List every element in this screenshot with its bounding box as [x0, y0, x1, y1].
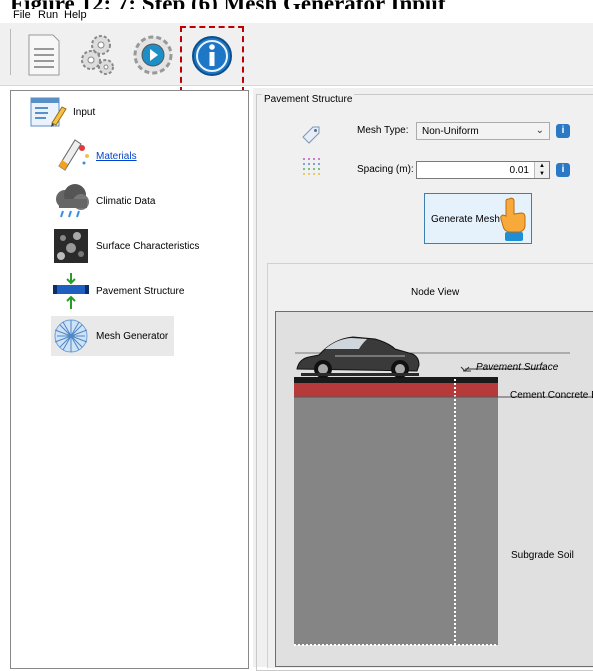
tree-item-label: Surface Characteristics: [96, 240, 200, 252]
spinner-buttons[interactable]: ▲ ▼: [534, 162, 549, 178]
surface-icon: [54, 229, 88, 263]
mesh-type-value: Non-Uniform: [422, 126, 479, 137]
generate-mesh-button[interactable]: Generate Mesh: [424, 193, 532, 244]
menu-run[interactable]: Run: [38, 9, 58, 21]
spin-down-icon[interactable]: ▼: [535, 170, 549, 178]
group-title: Pavement Structure: [262, 94, 355, 105]
mesh-type-info-icon[interactable]: i: [556, 124, 570, 138]
pavement-surface-label: Pavement Surface: [476, 362, 559, 373]
run-icon: [133, 35, 173, 75]
subgrade-layer: [294, 397, 498, 645]
toolbar-separator: [10, 29, 11, 75]
spacing-info-icon[interactable]: i: [556, 163, 570, 177]
tree-item-mesh-generator[interactable]: Mesh Generator: [51, 316, 175, 356]
tree-item-pavement-structure[interactable]: Pavement Structure: [51, 271, 184, 311]
tree-item-surface-characteristics[interactable]: Surface Characteristics: [51, 226, 199, 266]
info-button[interactable]: [180, 26, 244, 93]
pointing-hand-icon: [500, 197, 526, 241]
materials-icon: [58, 139, 89, 171]
spacing-value: 0.01: [509, 165, 529, 176]
layer-label-concrete: Cement Concrete B: [510, 390, 593, 401]
gears-icon: [81, 35, 114, 75]
car-image: [296, 336, 420, 378]
run-button[interactable]: [127, 29, 179, 81]
menu-help[interactable]: Help: [64, 9, 87, 21]
navigation-tree: Input Materials Climatic Data Surface Ch…: [10, 90, 249, 669]
pavement-structure-icon: [53, 273, 89, 309]
node-view-title: Node View: [411, 287, 460, 298]
layer-label-subgrade: Subgrade Soil: [511, 550, 574, 561]
mesh-type-label: Mesh Type:: [357, 125, 409, 136]
toolbar: [0, 23, 593, 93]
spin-up-icon[interactable]: ▲: [535, 162, 549, 170]
tree-item-label: Input: [73, 106, 96, 118]
tree-item-climatic-data[interactable]: Climatic Data: [51, 181, 155, 221]
document-icon: [28, 34, 60, 76]
climate-icon: [56, 184, 89, 218]
input-icon: [30, 97, 67, 127]
chevron-down-icon: ⌄: [535, 125, 544, 136]
tree-item-input[interactable]: Input: [28, 93, 95, 131]
tag-icon: [302, 126, 320, 144]
tree-item-label: Mesh Generator: [96, 330, 169, 342]
grid-dots-icon: [303, 158, 320, 175]
mesh-icon: [54, 319, 88, 353]
tree-item-materials[interactable]: Materials: [51, 136, 137, 176]
document-button[interactable]: [17, 29, 69, 81]
info-icon: [192, 36, 232, 76]
menu-file[interactable]: File: [13, 9, 31, 21]
menu-bar: File Run Help: [0, 9, 593, 23]
spacing-stepper[interactable]: 0.01 ▲ ▼: [416, 161, 550, 179]
spacing-label: Spacing (m):: [357, 164, 414, 175]
tree-item-label: Climatic Data: [96, 195, 156, 207]
mesh-type-select[interactable]: Non-Uniform ⌄: [416, 122, 550, 140]
tree-item-label: Materials: [96, 150, 137, 162]
generate-mesh-label: Generate Mesh: [431, 214, 500, 225]
concrete-layer: [294, 383, 498, 397]
tree-item-label: Pavement Structure: [96, 285, 185, 297]
settings-button[interactable]: [73, 29, 125, 81]
